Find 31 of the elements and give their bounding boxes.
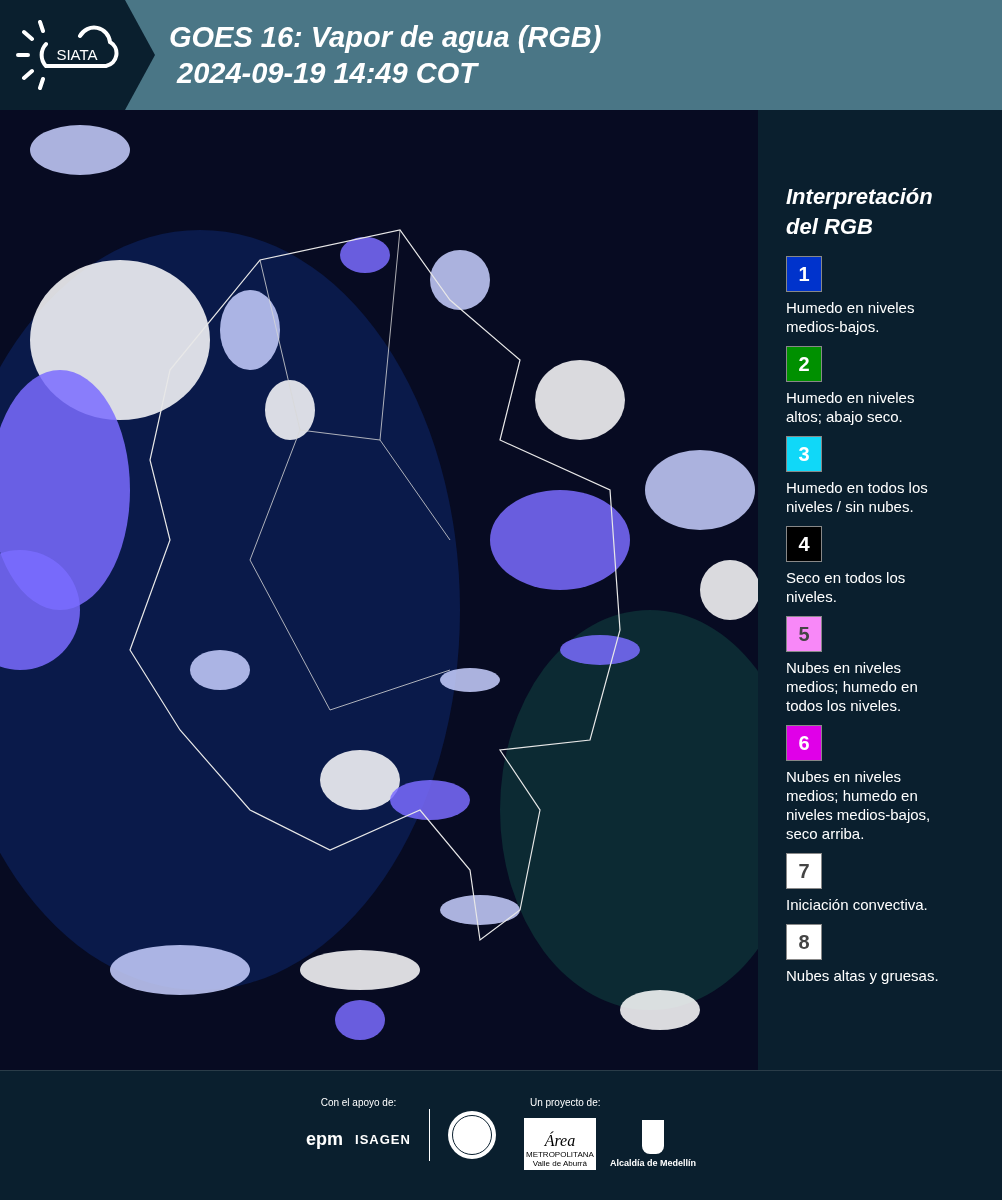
legend-description: Humedo en todos los niveles / sin nubes.	[786, 478, 929, 516]
area-line: METROPOLITANA	[525, 1150, 594, 1159]
legend-swatch: 4	[786, 526, 822, 562]
legend-description: Nubes altas y gruesas.	[786, 966, 940, 985]
legend-swatch: 8	[786, 924, 822, 960]
legend-title: del RGB	[786, 213, 874, 241]
legend-description: Nubes en niveles medios; humedo en todos los niveles.	[786, 658, 919, 715]
legend-description: Iniciación convectiva.	[786, 895, 929, 914]
logo-text: SIATA	[56, 44, 98, 65]
legend-swatch: 1	[786, 256, 822, 292]
legend-description: Seco en todos los niveles.	[786, 568, 907, 606]
isagen-logo: ISAGEN	[355, 1130, 411, 1149]
page-title: 2024-09-19 14:49 COT	[175, 56, 480, 91]
legend-description: Nubes en niveles medios; humedo en niveles medios-bajos, seco arriba.	[786, 767, 932, 843]
support-label: Con el apoyo de:	[320, 1096, 397, 1110]
legend-description: Humedo en niveles medios-bajos.	[786, 298, 916, 336]
alcaldia-logo: Alcaldía de Medellín	[609, 1156, 696, 1170]
legend-description: Humedo en niveles altos; abajo seco.	[786, 388, 916, 426]
seal-logo	[447, 1111, 496, 1159]
epm-logo: epm	[306, 1128, 344, 1151]
legend-swatch: 5	[786, 616, 822, 652]
coat-of-arms-icon	[641, 1119, 664, 1154]
page-title: GOES 16: Vapor de agua (RGB)	[169, 20, 602, 55]
legend-swatch: 7	[786, 853, 822, 889]
legend-title: Interpretación	[786, 183, 934, 211]
legend-swatch: 6	[786, 725, 822, 761]
area-line: Valle de Aburrá	[532, 1159, 587, 1168]
project-label: Un proyecto de:	[529, 1096, 601, 1110]
legend-swatch: 2	[786, 346, 822, 382]
area-mark: Área	[544, 1132, 576, 1150]
legend-swatch: 3	[786, 436, 822, 472]
